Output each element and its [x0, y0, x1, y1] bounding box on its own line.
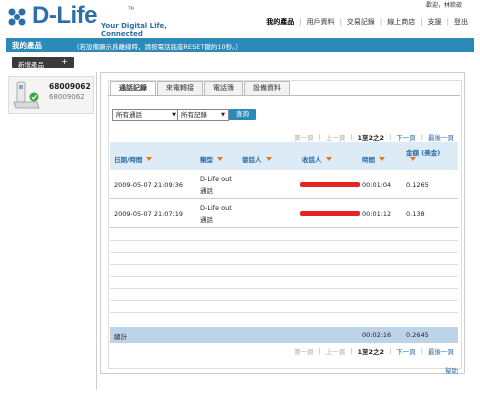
pager-first[interactable]: 第一頁 — [294, 132, 314, 142]
tab-call-records[interactable]: 通話記錄 — [110, 81, 156, 95]
nav-online-store[interactable]: 線上商店 — [387, 17, 415, 27]
nav-logout[interactable]: 登出 — [454, 17, 468, 27]
device-sidebar — [6, 72, 97, 390]
column-duration[interactable]: 時間 — [362, 154, 385, 164]
sort-arrow-icon — [379, 157, 385, 161]
tab-device-info[interactable]: 設備資料 — [244, 81, 290, 95]
welcome-text: 歡迎，林欽嵌 — [425, 2, 462, 9]
column-type-label: 類型 — [200, 156, 213, 164]
brand-name: D-Life — [32, 2, 98, 29]
pager-prev[interactable]: 上一頁 — [326, 346, 346, 356]
offline-notice: （若設備顯示爲離線時，請按電話底座RESET鍵約10秒。） — [73, 43, 242, 51]
nav-support[interactable]: 支援 — [428, 17, 442, 27]
section-title: 我的產品 — [12, 41, 42, 50]
tab-divider — [108, 95, 460, 96]
pager-next[interactable]: 下一頁 — [396, 346, 416, 356]
tagline: Your Digital Life, Connected — [101, 22, 167, 38]
records-select[interactable]: 所有記錄 ▼ — [177, 109, 229, 121]
row-type-sub: 通話 — [200, 187, 213, 195]
row-duration: 00:01:12 — [362, 210, 392, 218]
column-caller-label: 發話人 — [242, 156, 262, 164]
pager-last[interactable]: 最後一頁 — [428, 346, 454, 356]
column-datetime-label: 日期/時間 — [114, 156, 143, 164]
pager-prev[interactable]: 上一頁 — [326, 132, 346, 142]
empty-row — [110, 252, 458, 253]
chevron-down-icon: ▼ — [221, 112, 225, 118]
nav-separator: | — [379, 18, 383, 26]
nav-separator: | — [299, 18, 302, 26]
total-row: 總計 00:02:16 0.2645 — [110, 327, 458, 343]
trademark: TM — [128, 6, 134, 11]
pager-bottom: 第一頁 | 上一頁 | 1至2之2 | 下一頁 | 最後一頁 — [294, 346, 454, 356]
phone-base-icon — [13, 81, 40, 109]
total-amount: 0.2645 — [406, 331, 429, 339]
device-subnumber: 68009062 — [49, 93, 85, 101]
row-duration: 00:01:04 — [362, 181, 392, 189]
row-type: D-Life out — [200, 204, 232, 212]
tab-call-forwarding[interactable]: 來電轉接 — [157, 81, 203, 95]
empty-row — [110, 312, 458, 313]
call-type-value: 所有通話 — [116, 111, 142, 119]
d-life-logo[interactable]: D-Life TM Your Digital Life, Connected — [6, 2, 206, 38]
chevron-down-icon: ▼ — [172, 112, 176, 118]
nav-separator: | — [420, 18, 423, 26]
table-row[interactable]: 2009-05-07 21:09:36 D-Life out 通話 00:01:… — [110, 170, 458, 199]
empty-row — [110, 276, 458, 277]
sort-arrow-icon — [217, 157, 223, 161]
pager-last[interactable]: 最後一頁 — [428, 132, 454, 142]
sort-arrow-icon — [410, 157, 416, 161]
nav-transactions[interactable]: 交易記錄 — [347, 17, 375, 27]
plus-icon: + — [61, 57, 68, 66]
tab-phonebook[interactable]: 電話簿 — [204, 81, 243, 95]
table-row[interactable]: 2009-05-07 21:07:19 D-Life out 通話 00:01:… — [110, 199, 458, 228]
column-callee[interactable]: 收話人 — [302, 154, 332, 164]
row-amount: 0.138 — [406, 210, 425, 218]
pager-top: 第一頁 | 上一頁 | 1至2之2 | 下一頁 | 最後一頁 — [294, 132, 454, 142]
pager-status: 1至2之2 — [357, 134, 385, 142]
redacted-number — [300, 182, 360, 187]
help-link[interactable]: 幫助 — [445, 365, 458, 375]
column-duration-label: 時間 — [362, 156, 375, 164]
row-type: D-Life out — [200, 175, 232, 183]
row-datetime: 2009-05-07 21:09:36 — [114, 181, 184, 189]
empty-row — [110, 288, 458, 289]
nav-user-profile[interactable]: 用戶資料 — [307, 17, 335, 27]
column-amount-sort[interactable] — [410, 157, 416, 161]
top-navigation: 我的產品 | 用戶資料 | 交易記錄 | 線上商店 | 支援 | 登出 — [266, 17, 468, 27]
pager-next[interactable]: 下一頁 — [396, 132, 416, 142]
table-header: 日期/時間 類型 發話人 收話人 時間 金額 (美金) — [110, 142, 458, 170]
empty-row — [110, 240, 458, 241]
column-type[interactable]: 類型 — [200, 154, 223, 164]
sort-arrow-icon — [146, 157, 153, 161]
add-product-button[interactable]: 新增產品 + — [12, 57, 74, 69]
redacted-number — [300, 211, 360, 216]
column-caller[interactable]: 發話人 — [242, 154, 272, 164]
column-datetime[interactable]: 日期/時間 — [114, 154, 153, 164]
query-button[interactable]: 查詢 — [229, 109, 256, 120]
sort-arrow-icon — [265, 157, 272, 161]
nav-my-products[interactable]: 我的產品 — [266, 17, 294, 27]
device-number: 68009062 — [49, 82, 91, 91]
row-type-sub: 通話 — [200, 216, 213, 224]
nav-separator: | — [446, 18, 449, 26]
nav-separator: | — [339, 18, 342, 26]
row-amount: 0.1265 — [406, 181, 429, 189]
total-duration: 00:02:16 — [362, 331, 392, 339]
section-header-bar: 我的產品 （若設備顯示爲離線時，請按電話底座RESET鍵約10秒。） — [6, 38, 474, 52]
records-value: 所有記錄 — [181, 111, 207, 119]
total-label: 總計 — [114, 333, 127, 341]
tab-bar: 通話記錄 來電轉接 電話簿 設備資料 — [110, 81, 291, 95]
sort-arrow-icon — [325, 157, 332, 161]
call-type-select[interactable]: 所有通話 ▼ — [112, 109, 180, 121]
device-item[interactable]: 68009062 68009062 — [8, 76, 94, 114]
column-callee-label: 收話人 — [302, 156, 322, 164]
add-product-label: 新增產品 — [18, 60, 44, 69]
empty-row — [110, 264, 458, 265]
column-amount[interactable]: 金額 (美金) — [406, 147, 440, 157]
pager-first[interactable]: 第一頁 — [294, 346, 314, 356]
row-datetime: 2009-05-07 21:07:19 — [114, 210, 184, 218]
empty-row — [110, 300, 458, 301]
column-amount-label: 金額 (美金) — [406, 149, 441, 157]
pager-status: 1至2之2 — [357, 348, 385, 356]
